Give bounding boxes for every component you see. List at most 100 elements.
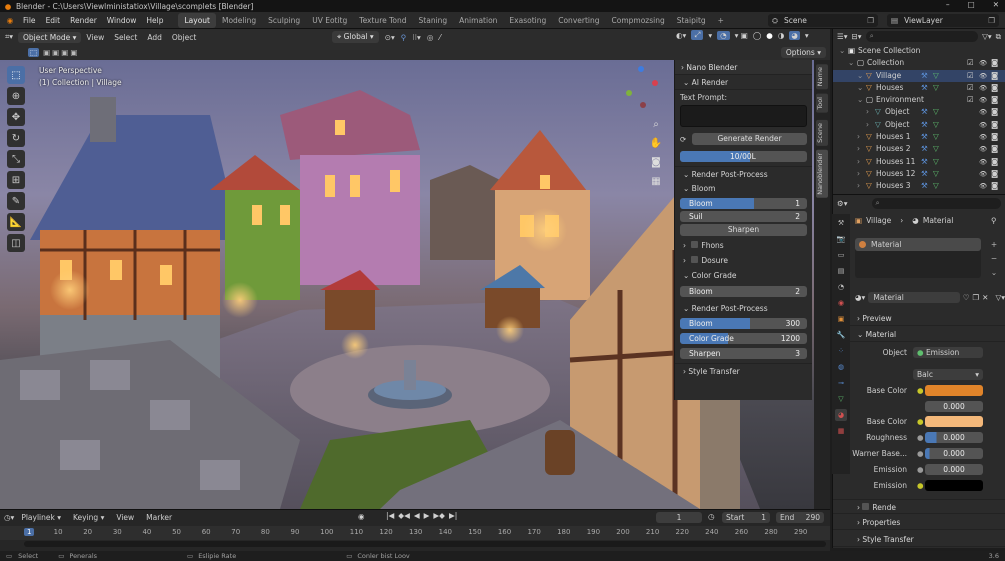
eye-icon[interactable]: 👁 — [979, 106, 987, 118]
keying-menu[interactable]: Keying ▾ — [68, 513, 109, 522]
play-reverse-icon[interactable]: ◀ — [414, 511, 420, 520]
grid-icon[interactable]: ▦ — [649, 172, 663, 191]
eye-icon[interactable]: 👁 — [979, 94, 987, 106]
gizmo-z-icon[interactable] — [638, 66, 644, 72]
generate-render-button[interactable]: Generate Render — [692, 133, 807, 145]
add-workspace-button[interactable]: + — [712, 13, 730, 28]
play-icon[interactable]: ▶ — [424, 511, 430, 520]
exclude-checkbox[interactable]: ☑ — [967, 82, 974, 94]
material-name-field[interactable]: Material — [868, 292, 960, 303]
menu-edit[interactable]: Edit — [41, 16, 66, 25]
material-slot[interactable]: Material — [855, 238, 981, 251]
pan-hand-icon[interactable]: ✋ — [649, 134, 663, 153]
roughness-socket-icon[interactable]: ● — [917, 431, 924, 445]
slot-menu-icon[interactable]: ⌄ — [988, 266, 1000, 280]
xray-icon[interactable]: ▾ ▣ — [735, 31, 748, 40]
render-camera-icon[interactable]: ◙ — [991, 70, 998, 82]
copy-scene-icon[interactable]: ❐ — [867, 16, 874, 25]
visibility-icon[interactable]: ◐▾ — [676, 31, 686, 40]
end-frame-field[interactable]: End 290 — [776, 512, 824, 523]
render-camera-icon[interactable]: ◙ — [991, 180, 998, 192]
eye-icon[interactable]: 👁 — [979, 119, 987, 131]
scale-tool-icon[interactable]: ⤡ — [7, 150, 25, 168]
render-camera-icon[interactable]: ◙ — [991, 156, 998, 168]
select-mode-icons[interactable]: ▣▣▣▣ — [43, 48, 79, 57]
menu-render[interactable]: Render — [65, 16, 102, 25]
outliner-item[interactable]: ⌄ ▣ Scene Collection — [833, 45, 1005, 57]
outliner-display-icon[interactable]: ⊟▾ — [852, 32, 862, 41]
expand-arrow-icon[interactable]: › — [857, 180, 860, 192]
expand-arrow-icon[interactable]: › — [866, 106, 869, 118]
render-camera-icon[interactable]: ◙ — [991, 168, 998, 180]
outliner-item[interactable]: › ▽ Houses 3 👁 ◙ ⚒ ▽ — [833, 180, 1005, 192]
camera-icon[interactable]: ◙ — [649, 153, 663, 172]
exclude-checkbox[interactable]: ☑ — [967, 94, 974, 106]
tab-scene[interactable]: Scene — [816, 120, 828, 146]
maximize-icon[interactable]: □ — [968, 0, 975, 9]
outliner-item[interactable]: › ▽ Object 👁 ◙ ⚒ ▽ — [833, 106, 1005, 118]
frame-ruler[interactable]: 1 10 20 30 40 50 60 70 80 90 100 110 120 130 140 150 160… — [0, 526, 830, 540]
expand-arrow-icon[interactable]: › — [857, 168, 860, 180]
pivot-icon[interactable]: ⊙▾ — [385, 33, 395, 42]
material-filter-icon[interactable]: ▽▾ — [995, 293, 1005, 302]
expand-arrow-icon[interactable]: › — [866, 119, 869, 131]
close-icon[interactable]: ✕ — [993, 0, 999, 9]
warner-socket-icon[interactable]: ● — [917, 447, 924, 461]
rpp2-color-grade-slider[interactable]: Color Grade 1200 — [680, 333, 807, 344]
gizmo-y-icon[interactable] — [626, 90, 632, 96]
outliner-editor-icon[interactable]: ☰▾ — [837, 32, 848, 41]
copy-material-icon[interactable]: ❐ — [972, 293, 979, 302]
transform-tool-icon[interactable]: ⊞ — [7, 171, 25, 189]
eye-icon[interactable]: 👁 — [979, 156, 987, 168]
unlink-material-icon[interactable]: ✕ — [982, 293, 988, 302]
outliner-item[interactable]: ⌄ ▽ Houses ☑ 👁 ◙ ⚒ ▽ — [833, 82, 1005, 94]
outliner-item[interactable]: › ▽ Houses 1 👁 ◙ ⚒ ▽ — [833, 131, 1005, 143]
dosure-row[interactable]: › Dosure — [675, 253, 812, 268]
tab-rendering[interactable]: Exasoting — [503, 13, 552, 28]
rpp2-bloom-slider[interactable]: Bloom 300 — [680, 318, 807, 329]
tab-name[interactable]: Name — [816, 64, 828, 90]
outliner-item[interactable]: ⌄ ▢ Collection ☑ 👁 ◙ — [833, 57, 1005, 69]
outliner-item[interactable]: › ▽ Houses 11 👁 ◙ ⚒ ▽ — [833, 156, 1005, 168]
outliner-item[interactable]: ⌄ ▢ Environment ☑ 👁 ◙ — [833, 94, 1005, 106]
object-field[interactable]: ● Emission — [913, 347, 983, 358]
add-menu[interactable]: Add — [142, 33, 167, 42]
material-tab-icon[interactable]: ◕ — [835, 409, 847, 421]
proportional-edit-icon[interactable]: ◎ — [427, 33, 434, 42]
render-camera-icon[interactable]: ◙ — [991, 119, 998, 131]
expand-arrow-icon[interactable]: ⌄ — [848, 57, 854, 69]
eye-icon[interactable]: 👁 — [979, 57, 987, 69]
eye-icon[interactable]: 👁 — [979, 82, 987, 94]
emission-socket-icon[interactable]: ● — [917, 463, 924, 477]
gizmo-x-icon[interactable] — [652, 80, 658, 86]
scene-tab-icon[interactable]: ◔ — [835, 281, 847, 293]
roughness-field[interactable]: 0.000 — [925, 432, 983, 443]
render-camera-icon[interactable]: ◙ — [991, 143, 998, 155]
clock-icon[interactable]: ◷ — [708, 512, 715, 521]
tab-shading[interactable]: Staning — [413, 13, 454, 28]
move-tool-icon[interactable]: ✥ — [7, 108, 25, 126]
falloff-icon[interactable]: ⁄ — [439, 33, 440, 42]
tool-tab-icon[interactable]: ⚒ — [835, 217, 847, 229]
eye-icon[interactable]: 👁 — [979, 70, 987, 82]
output-tab-icon[interactable]: ▭ — [835, 249, 847, 261]
tab-geometry[interactable]: Compmozsing — [606, 13, 671, 28]
menu-help[interactable]: Help — [141, 16, 168, 25]
rpp2-sharpen-field[interactable]: Sharpen 3 — [680, 348, 807, 359]
style-transfer-section[interactable]: › Style Transfer — [833, 532, 1005, 547]
balc-dropdown[interactable]: Balc ▾ — [913, 369, 983, 380]
playback-menu[interactable]: Playlinek ▾ — [16, 513, 66, 522]
outliner-item[interactable]: › ▽ Houses 12 👁 ◙ ⚒ ▽ — [833, 168, 1005, 180]
record-icon[interactable]: ◉ — [358, 512, 365, 521]
tab-scripting[interactable]: Staipitg — [671, 13, 712, 28]
texture-tab-icon[interactable]: ▦ — [835, 425, 847, 437]
bloom-slider[interactable]: Bloom 1 — [680, 198, 807, 209]
render-post-process-header[interactable]: ⌄ Render Post-Process — [675, 166, 812, 181]
exclude-checkbox[interactable]: ☑ — [967, 70, 974, 82]
menu-file[interactable]: File — [18, 16, 41, 25]
eye-icon[interactable]: 👁 — [979, 131, 987, 143]
editor-type-icon[interactable]: ⌗▾ — [0, 32, 18, 42]
overlay-icon[interactable]: ▾ — [708, 31, 712, 40]
transform-orientation-dropdown[interactable]: ⌖ Global ▾ — [332, 31, 379, 43]
select-tool-icon[interactable]: ⬚ — [7, 66, 25, 84]
